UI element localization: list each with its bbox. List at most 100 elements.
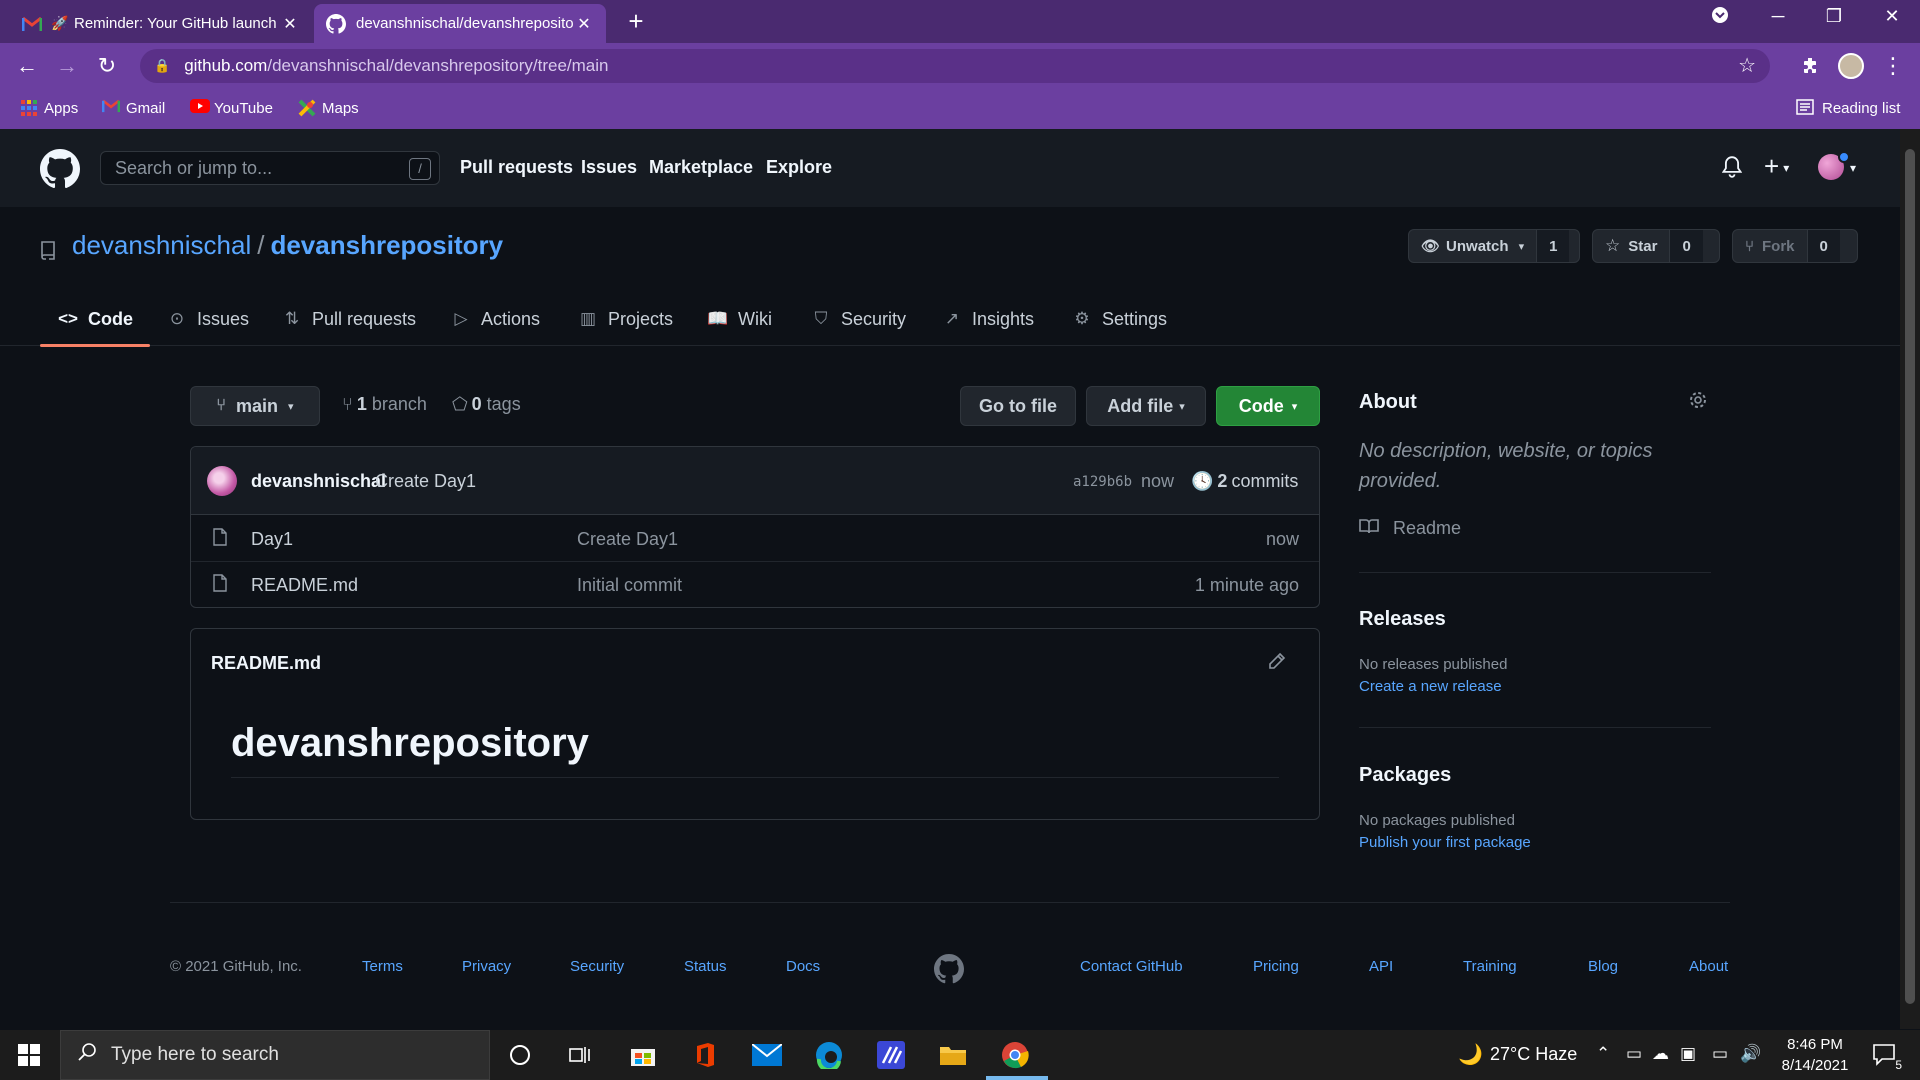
bookmark-maps[interactable]: Maps xyxy=(298,99,359,117)
close-tab-icon[interactable]: ✕ xyxy=(280,14,300,34)
browser-menu-icon[interactable]: ⋮ xyxy=(1878,51,1908,81)
commit-author-avatar[interactable] xyxy=(207,466,237,496)
taskbar-search-input[interactable]: Type here to search xyxy=(60,1030,490,1080)
file-row[interactable]: README.md Initial commit 1 minute ago xyxy=(191,562,1319,607)
tab-projects[interactable]: ▥ Projects xyxy=(578,304,673,334)
browser-tab-gmail[interactable]: 🚀 Reminder: Your GitHub launch ✕ xyxy=(10,4,312,43)
footer-link-about[interactable]: About xyxy=(1689,958,1728,975)
footer-link-privacy[interactable]: Privacy xyxy=(462,958,511,975)
watch-count[interactable]: 1 xyxy=(1536,230,1570,262)
fork-button[interactable]: ⑂ Fork 0 xyxy=(1732,229,1858,263)
file-explorer-icon[interactable] xyxy=(936,1038,970,1072)
fork-count[interactable]: 0 xyxy=(1806,230,1840,262)
tab-issues[interactable]: ⊙ Issues xyxy=(167,304,249,334)
code-button[interactable]: Code ▾ xyxy=(1216,386,1320,426)
file-name[interactable]: README.md xyxy=(251,575,358,596)
chevron-down-icon[interactable]: ▾ xyxy=(1850,161,1856,175)
reload-icon[interactable]: ↻ xyxy=(92,51,122,81)
forward-icon[interactable]: → xyxy=(52,51,82,81)
notification-center-icon[interactable]: 5 xyxy=(1868,1038,1902,1072)
tab-actions[interactable]: ▷ Actions xyxy=(451,304,540,334)
notification-bell-icon[interactable] xyxy=(1721,156,1743,184)
cortana-icon[interactable] xyxy=(503,1038,537,1072)
file-commit-message[interactable]: Initial commit xyxy=(577,575,682,596)
footer-link-security[interactable]: Security xyxy=(570,958,624,975)
tab-wiki[interactable]: 📖 Wiki xyxy=(707,304,772,334)
github-search-input[interactable]: Search or jump to... / xyxy=(100,151,440,185)
commit-author[interactable]: devanshnischal xyxy=(251,471,386,492)
footer-link-api[interactable]: API xyxy=(1369,958,1393,975)
back-icon[interactable]: ← xyxy=(12,51,42,81)
footer-link-blog[interactable]: Blog xyxy=(1588,958,1618,975)
footer-link-contact[interactable]: Contact GitHub xyxy=(1080,958,1183,975)
new-tab-button[interactable]: + xyxy=(620,6,652,37)
tags-link[interactable]: ⬠ 0 tags xyxy=(452,394,521,415)
create-new-plus-icon[interactable]: + ▾ xyxy=(1764,151,1789,182)
battery-icon[interactable]: ▭ xyxy=(1712,1044,1728,1064)
gear-icon[interactable] xyxy=(1688,390,1710,412)
file-name[interactable]: Day1 xyxy=(251,529,293,550)
bookmark-apps[interactable]: Apps xyxy=(20,99,78,117)
nav-issues[interactable]: Issues xyxy=(581,157,637,178)
github-logo-icon[interactable] xyxy=(40,149,80,189)
scrollbar-thumb[interactable] xyxy=(1905,149,1915,1004)
tab-security[interactable]: ⛉ Security xyxy=(811,304,906,334)
go-to-file-button[interactable]: Go to file xyxy=(960,386,1076,426)
tab-search-icon[interactable] xyxy=(1700,6,1740,29)
github-mark-icon[interactable] xyxy=(934,954,964,984)
commits-link[interactable]: 🕓 2 commits xyxy=(1191,471,1298,492)
nav-explore[interactable]: Explore xyxy=(766,157,832,178)
taskbar-clock[interactable]: 8:46 PM 8/14/2021 xyxy=(1770,1034,1860,1076)
reading-list-button[interactable]: Reading list xyxy=(1796,99,1900,117)
chrome-icon[interactable] xyxy=(998,1038,1032,1072)
repo-owner-link[interactable]: devanshnischal xyxy=(72,230,251,261)
readme-link[interactable]: Readme xyxy=(1359,518,1461,539)
page-scrollbar[interactable] xyxy=(1900,129,1920,1029)
task-view-icon[interactable] xyxy=(563,1038,597,1072)
network-icon[interactable]: ▣ xyxy=(1680,1044,1696,1064)
bookmark-star-icon[interactable]: ☆ xyxy=(1738,53,1756,78)
file-commit-message[interactable]: Create Day1 xyxy=(577,529,678,550)
mail-icon[interactable] xyxy=(750,1038,784,1072)
windows-start-icon[interactable] xyxy=(12,1038,46,1072)
extensions-icon[interactable] xyxy=(1795,51,1825,81)
create-release-link[interactable]: Create a new release xyxy=(1359,678,1502,695)
edge-icon[interactable] xyxy=(812,1038,846,1072)
weather-text[interactable]: 27°C Haze xyxy=(1490,1044,1577,1065)
tab-settings[interactable]: ⚙ Settings xyxy=(1072,304,1167,334)
minimize-icon[interactable]: ─ xyxy=(1758,6,1798,27)
add-file-button[interactable]: Add file ▾ xyxy=(1086,386,1206,426)
nav-pull-requests[interactable]: Pull requests xyxy=(460,157,573,178)
footer-link-terms[interactable]: Terms xyxy=(362,958,403,975)
footer-link-training[interactable]: Training xyxy=(1463,958,1517,975)
meet-now-icon[interactable]: ▭ xyxy=(1626,1044,1642,1064)
app-launcher-icon[interactable] xyxy=(874,1038,908,1072)
profile-avatar[interactable] xyxy=(1836,51,1866,81)
nav-marketplace[interactable]: Marketplace xyxy=(649,157,753,178)
star-count[interactable]: 0 xyxy=(1669,230,1703,262)
packages-heading[interactable]: Packages xyxy=(1359,764,1451,787)
onedrive-cloud-icon[interactable]: ☁ xyxy=(1652,1044,1669,1064)
commit-sha[interactable]: a129b6b xyxy=(1073,474,1132,490)
branches-link[interactable]: ⑂ 1 branch xyxy=(342,394,427,415)
commit-message[interactable]: Create Day1 xyxy=(375,471,476,492)
releases-heading[interactable]: Releases xyxy=(1359,608,1446,631)
weather-moon-icon[interactable]: 🌙 xyxy=(1458,1042,1483,1067)
branch-select-button[interactable]: ⑂ main ▾ xyxy=(190,386,320,426)
unwatch-button[interactable]: 👁 Unwatch ▾ 1 xyxy=(1408,229,1580,263)
footer-link-docs[interactable]: Docs xyxy=(786,958,820,975)
browser-tab-github[interactable]: devanshnischal/devanshrepository ✕ xyxy=(314,4,606,43)
close-window-icon[interactable]: ✕ xyxy=(1872,6,1912,27)
store-icon[interactable] xyxy=(626,1038,660,1072)
volume-icon[interactable]: 🔊 xyxy=(1740,1044,1761,1064)
bookmark-gmail[interactable]: Gmail xyxy=(101,99,165,117)
footer-link-pricing[interactable]: Pricing xyxy=(1253,958,1299,975)
footer-link-status[interactable]: Status xyxy=(684,958,727,975)
repo-name-link[interactable]: devanshrepository xyxy=(270,230,503,261)
star-button[interactable]: ☆ Star 0 xyxy=(1592,229,1720,263)
readme-filename[interactable]: README.md xyxy=(211,653,321,674)
office-icon[interactable] xyxy=(688,1038,722,1072)
restore-icon[interactable]: ❐ xyxy=(1814,6,1854,27)
show-hidden-icons-chevron-icon[interactable]: ⌃ xyxy=(1596,1044,1610,1064)
file-row[interactable]: Day1 Create Day1 now xyxy=(191,516,1319,562)
